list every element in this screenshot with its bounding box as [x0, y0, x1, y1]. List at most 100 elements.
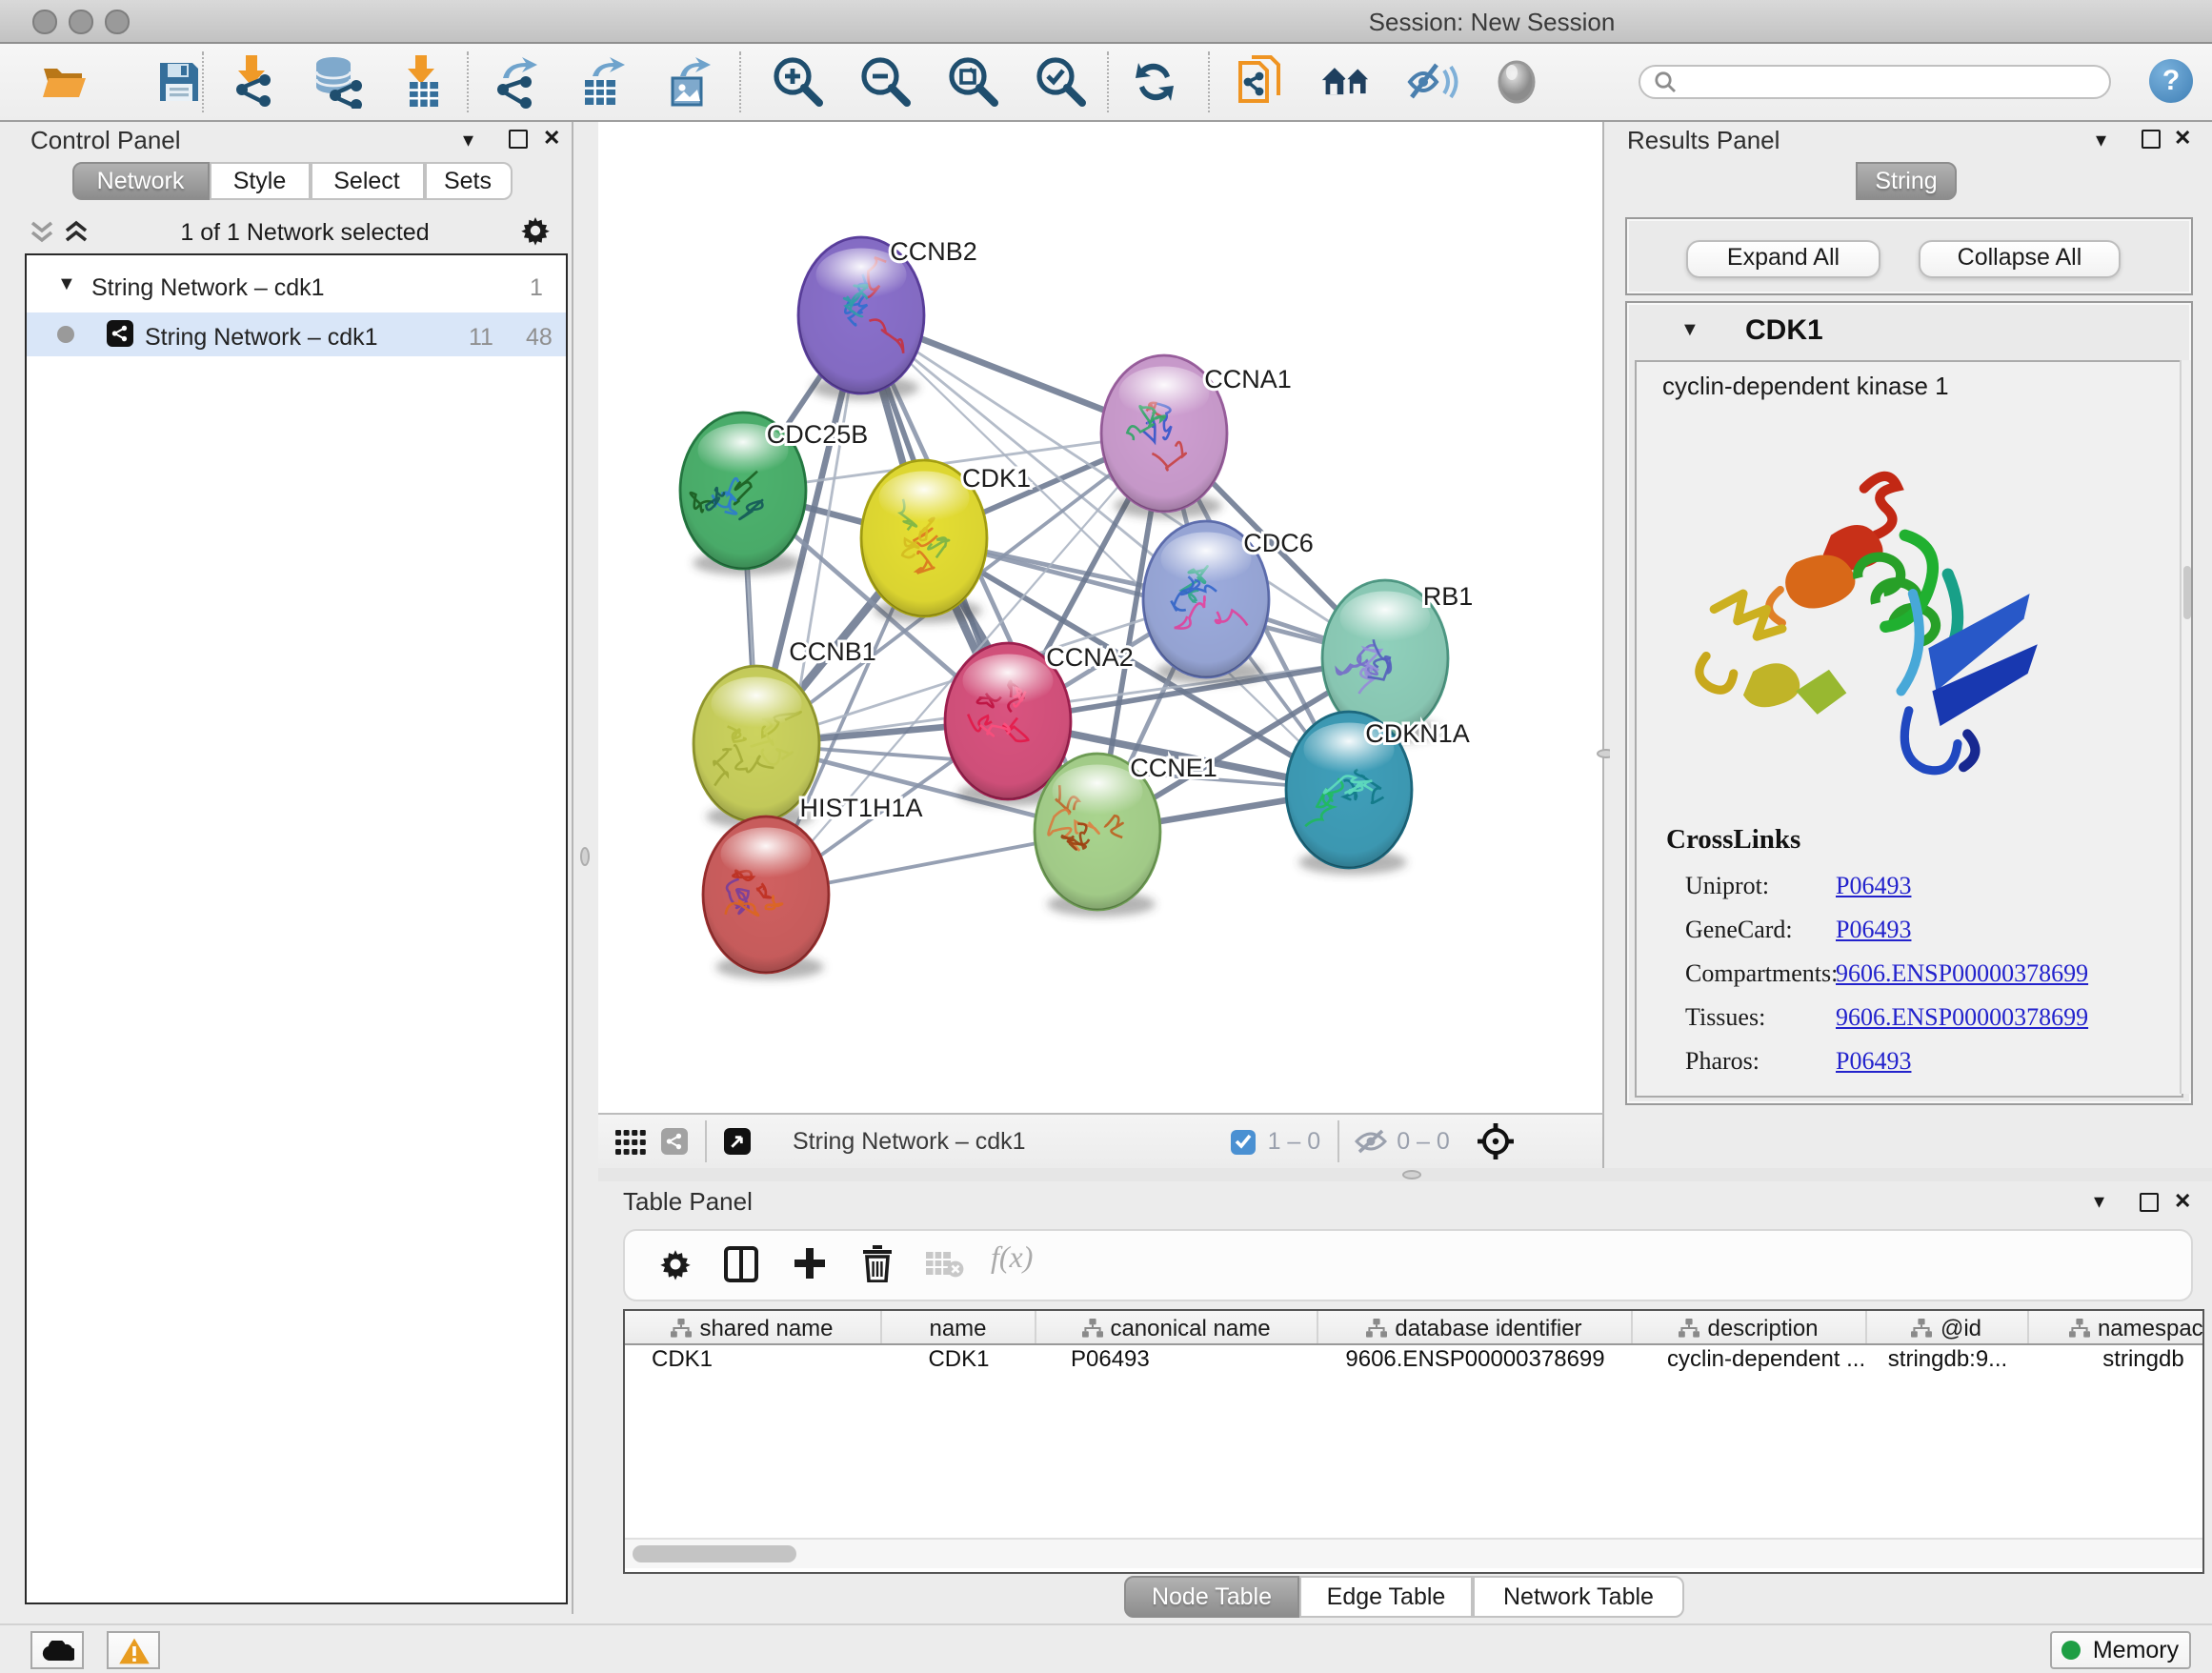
- import-network-from-database-button[interactable]: [311, 54, 364, 108]
- selected-checkbox-icon[interactable]: [1232, 1129, 1257, 1154]
- search-field[interactable]: [1639, 64, 2111, 98]
- open-in-window-icon[interactable]: [724, 1128, 751, 1155]
- import-network-icon: [227, 54, 276, 108]
- column-header--id[interactable]: @id: [1866, 1311, 2029, 1343]
- help-button[interactable]: ?: [2149, 58, 2193, 102]
- crosslink-link[interactable]: P06493: [1836, 871, 1911, 901]
- panel-float-icon[interactable]: [2140, 1192, 2159, 1211]
- network-row-selected[interactable]: String Network – cdk1 11 48: [27, 312, 566, 355]
- crosslink-link[interactable]: P06493: [1836, 915, 1911, 945]
- zoom-in-button[interactable]: [770, 54, 823, 108]
- table-settings-gear-icon[interactable]: [659, 1248, 692, 1280]
- column-header-database-identifier[interactable]: database identifier: [1317, 1311, 1633, 1343]
- create-column-icon[interactable]: [793, 1246, 827, 1280]
- crosslink-link[interactable]: 9606.ENSP00000378699: [1836, 958, 2088, 989]
- gene-collapse-icon[interactable]: ▼: [1680, 319, 1699, 340]
- cell-name[interactable]: CDK1: [881, 1343, 1036, 1372]
- collection-expand-icon[interactable]: ▼: [57, 273, 76, 294]
- panel-menu-icon[interactable]: ▾: [2094, 1189, 2104, 1214]
- export-table-button[interactable]: [577, 54, 631, 108]
- tab-network[interactable]: Network: [71, 162, 210, 200]
- node-table[interactable]: shared namenamecanonical namedatabase id…: [623, 1309, 2204, 1574]
- cloud-status-button[interactable]: [30, 1631, 84, 1669]
- column-header-name[interactable]: name: [881, 1311, 1036, 1343]
- show-columns-icon[interactable]: [724, 1246, 758, 1282]
- minimize-window-icon[interactable]: [69, 10, 92, 33]
- results-scrollbar[interactable]: [2180, 360, 2191, 1094]
- export-image-button[interactable]: [663, 54, 716, 108]
- crosslink-label: Uniprot:: [1685, 871, 1769, 901]
- cell--id[interactable]: stringdb:9...: [1866, 1343, 2029, 1372]
- column-header-description[interactable]: description: [1633, 1311, 1866, 1343]
- panel-close-icon[interactable]: ✕: [2174, 126, 2191, 151]
- panel-float-icon[interactable]: [2142, 130, 2161, 149]
- toolbar-separator: [202, 50, 204, 111]
- hide-details-button[interactable]: [1406, 54, 1459, 108]
- expand-all-button[interactable]: Expand All: [1686, 240, 1880, 278]
- crosslink-link[interactable]: P06493: [1836, 1046, 1911, 1077]
- tab-select[interactable]: Select: [310, 162, 424, 200]
- collapse-all-button[interactable]: Collapse All: [1919, 240, 2121, 278]
- tab-style[interactable]: Style: [210, 162, 310, 200]
- show-details-button[interactable]: [1490, 54, 1543, 108]
- column-header-canonical-name[interactable]: canonical name: [1036, 1311, 1317, 1343]
- refresh-button[interactable]: [1128, 54, 1181, 108]
- zoom-window-icon[interactable]: [105, 10, 129, 33]
- node-label-CCNA1: CCNA1: [1204, 364, 1292, 393]
- vertical-splitter-handle[interactable]: [580, 847, 590, 866]
- gene-description: cyclin-dependent kinase 1: [1662, 372, 1949, 400]
- open-session-button[interactable]: [38, 54, 91, 108]
- network-status-dot: [57, 325, 74, 342]
- node-HIST1H1A[interactable]: [703, 816, 829, 978]
- clone-network-button[interactable]: [1235, 54, 1288, 108]
- network-options-gear-icon[interactable]: [520, 214, 551, 245]
- import-table-button[interactable]: [396, 54, 450, 108]
- crosslink-link[interactable]: 9606.ENSP00000378699: [1836, 1002, 2088, 1033]
- memory-button[interactable]: Memory: [2050, 1631, 2191, 1669]
- cell-database-identifier[interactable]: 9606.ENSP00000378699: [1317, 1343, 1633, 1372]
- network-collection-row[interactable]: ▼ String Network – cdk1 1: [27, 268, 566, 312]
- search-input[interactable]: [1677, 68, 2065, 94]
- warnings-button[interactable]: [107, 1631, 160, 1669]
- table-h-scrollbar[interactable]: [625, 1538, 2202, 1568]
- expand-all-networks-icon[interactable]: [63, 218, 90, 243]
- cell-canonical-name[interactable]: P06493: [1036, 1343, 1317, 1372]
- grid-view-icon[interactable]: [615, 1129, 646, 1154]
- panel-close-icon[interactable]: ✕: [543, 126, 560, 151]
- network-type-icon[interactable]: [661, 1128, 688, 1155]
- panel-menu-icon[interactable]: ▾: [463, 127, 473, 151]
- snapshot-button[interactable]: [1320, 54, 1374, 108]
- table-header-row[interactable]: shared namenamecanonical namedatabase id…: [625, 1311, 2204, 1345]
- delete-column-trash-icon[interactable]: [861, 1244, 894, 1282]
- delete-table-icon: [926, 1250, 964, 1279]
- tab-sets[interactable]: Sets: [424, 162, 512, 200]
- node-label-CDC6: CDC6: [1243, 528, 1314, 556]
- export-network-button[interactable]: [492, 54, 545, 108]
- zoom-fit-button[interactable]: [945, 54, 998, 108]
- tab-string[interactable]: String: [1856, 162, 1957, 200]
- selected-counts: 1 – 0: [1268, 1128, 1321, 1155]
- tab-network-table[interactable]: Network Table: [1473, 1576, 1684, 1618]
- network-graph[interactable]: CCNB2CCNA1CDC25BCDK1CDC6RB1CCNB1CCNA2CDK…: [598, 121, 1602, 1113]
- table-row[interactable]: CDK1CDK1P064939606.ENSP00000378699cyclin…: [625, 1343, 2204, 1372]
- collapse-all-networks-icon[interactable]: [29, 218, 55, 243]
- panel-float-icon[interactable]: [509, 130, 528, 149]
- cell-description[interactable]: cyclin-dependent ...: [1633, 1343, 1866, 1372]
- tab-edge-table[interactable]: Edge Table: [1299, 1576, 1473, 1618]
- zoom-out-button[interactable]: [857, 54, 911, 108]
- horizontal-splitter-handle[interactable]: [1402, 1170, 1421, 1179]
- cell-namespace[interactable]: stringdb: [2029, 1343, 2204, 1372]
- save-session-button[interactable]: [152, 54, 206, 108]
- zoom-selected-button[interactable]: [1033, 54, 1086, 108]
- network-canvas[interactable]: CCNB2CCNA1CDC25BCDK1CDC6RB1CCNB1CCNA2CDK…: [598, 121, 1604, 1113]
- cell-shared-name[interactable]: CDK1: [625, 1343, 881, 1372]
- panel-close-icon[interactable]: ✕: [2174, 1188, 2191, 1213]
- memory-status-dot: [2062, 1641, 2081, 1660]
- close-window-icon[interactable]: [32, 10, 56, 33]
- panel-menu-icon[interactable]: ▾: [2096, 127, 2106, 151]
- column-header-shared-name[interactable]: shared name: [625, 1311, 881, 1343]
- import-network-button[interactable]: [225, 54, 278, 108]
- column-header-namespace[interactable]: namespace: [2029, 1311, 2204, 1343]
- birdseye-crosshair-icon[interactable]: [1477, 1122, 1515, 1160]
- tab-node-table[interactable]: Node Table: [1124, 1576, 1299, 1618]
